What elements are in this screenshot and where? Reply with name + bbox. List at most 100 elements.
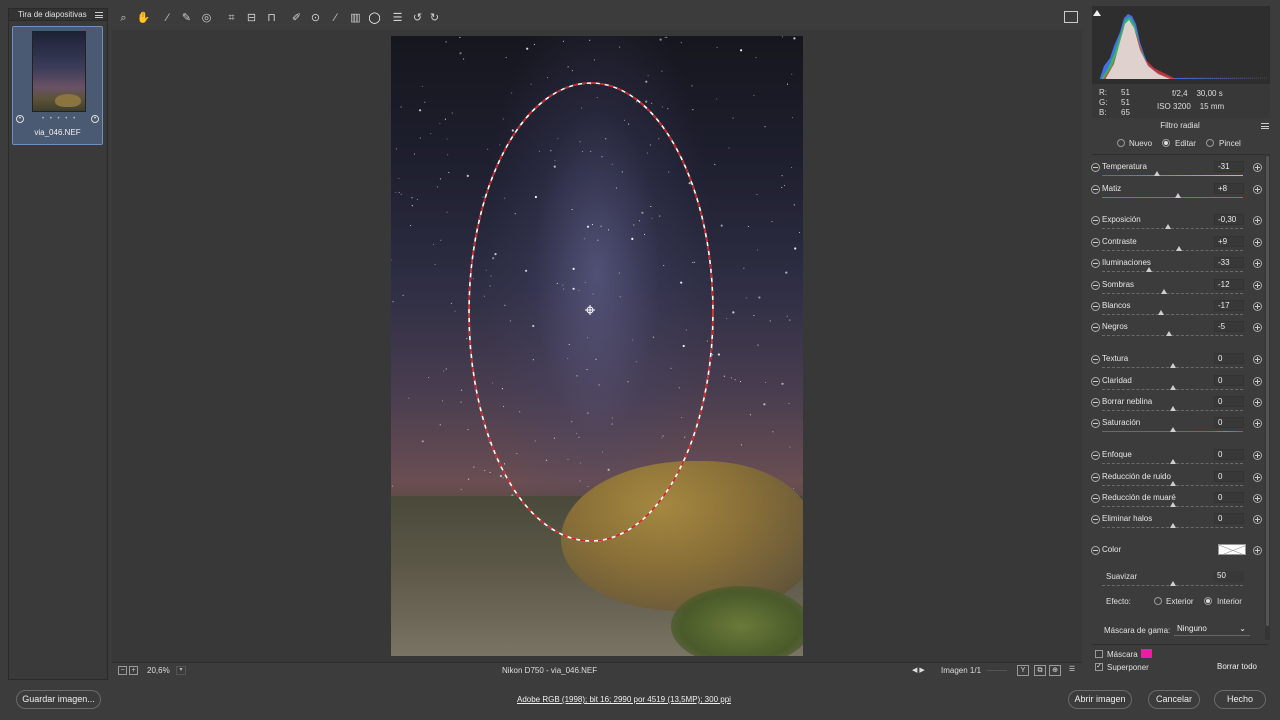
open-image-button[interactable]: Abrir imagen: [1068, 690, 1132, 709]
decrease-icon[interactable]: [1091, 355, 1100, 364]
hand-icon[interactable]: ✋: [136, 11, 151, 26]
effect-exterior-radio[interactable]: [1154, 597, 1162, 605]
slider-value[interactable]: -33: [1214, 257, 1244, 268]
rotate-right-icon[interactable]: ↻: [427, 11, 442, 26]
color-plus-icon[interactable]: [1253, 546, 1262, 555]
save-image-button[interactable]: Guardar imagen...: [16, 690, 101, 709]
increase-icon[interactable]: [1253, 238, 1262, 247]
decrease-icon[interactable]: [1091, 302, 1100, 311]
slider-knob[interactable]: [1175, 193, 1182, 198]
slider-value[interactable]: -5: [1214, 321, 1244, 332]
slider-knob[interactable]: [1165, 331, 1172, 336]
decrease-icon[interactable]: [1091, 419, 1100, 428]
transform-icon[interactable]: ⊓: [264, 11, 279, 26]
slider-knob[interactable]: [1169, 385, 1176, 390]
slider-row[interactable]: Reducción de ruido 0: [1087, 471, 1265, 493]
color-sampler-icon[interactable]: ✎: [179, 11, 194, 26]
menu-icon[interactable]: [95, 11, 103, 18]
decrease-icon[interactable]: [1091, 494, 1100, 503]
filter-pin-icon[interactable]: [585, 305, 595, 315]
slider-value[interactable]: 0: [1214, 375, 1244, 386]
slider-value[interactable]: -17: [1214, 300, 1244, 311]
increase-icon[interactable]: [1253, 473, 1262, 482]
clear-all-button[interactable]: Borrar todo: [1210, 660, 1264, 674]
slider-knob[interactable]: [1175, 246, 1182, 251]
slider-row[interactable]: Saturación 0: [1087, 417, 1265, 439]
slider-value[interactable]: 0: [1214, 449, 1244, 460]
filmstrip-thumbnail[interactable]: • • • • • • • via_046.NEF: [12, 26, 103, 145]
slider-knob[interactable]: [1165, 224, 1172, 229]
crop-icon[interactable]: ⌗: [224, 11, 239, 26]
slider-track[interactable]: [1102, 250, 1243, 251]
decrease-icon[interactable]: [1091, 216, 1100, 225]
color-minus-icon[interactable]: [1091, 546, 1100, 555]
slider-knob[interactable]: [1169, 459, 1176, 464]
slider-track[interactable]: [1102, 175, 1243, 176]
increase-icon[interactable]: [1253, 259, 1262, 268]
red-eye-icon[interactable]: ⊙: [308, 11, 323, 26]
workflow-options-link[interactable]: Adobe RGB (1998); bit 16; 2990 por 4519 …: [517, 695, 731, 704]
radial-filter-overlay[interactable]: [391, 36, 803, 656]
increase-icon[interactable]: [1253, 185, 1262, 194]
effect-interior-radio[interactable]: [1204, 597, 1212, 605]
slider-row[interactable]: Sombras -12: [1087, 279, 1265, 301]
slider-value[interactable]: +8: [1214, 183, 1244, 194]
adjustment-brush-icon[interactable]: ⁄: [328, 11, 343, 26]
panel-scroll-thumb[interactable]: [1266, 156, 1269, 626]
slider-row[interactable]: Contraste +9: [1087, 236, 1265, 258]
increase-icon[interactable]: [1253, 281, 1262, 290]
before-after-button[interactable]: Y: [1017, 665, 1029, 676]
slider-row[interactable]: Reducción de muaré 0: [1087, 492, 1265, 514]
rating-dots[interactable]: • • • • •: [42, 116, 77, 122]
image-canvas[interactable]: [112, 30, 1082, 662]
decrease-icon[interactable]: [1091, 281, 1100, 290]
smooth-slider[interactable]: Suavizar 50: [1087, 571, 1265, 593]
increase-icon[interactable]: [1253, 398, 1262, 407]
decrease-icon[interactable]: [1091, 163, 1100, 172]
graduated-filter-icon[interactable]: ▥: [348, 11, 363, 26]
slider-knob[interactable]: [1146, 267, 1153, 272]
slider-row[interactable]: Iluminaciones -33: [1087, 257, 1265, 279]
increase-icon[interactable]: [1253, 323, 1262, 332]
increase-icon[interactable]: [1253, 451, 1262, 460]
smooth-knob[interactable]: [1169, 581, 1176, 586]
slider-track[interactable]: [1102, 228, 1243, 229]
menu-icon[interactable]: [1261, 123, 1269, 129]
spot-removal-icon[interactable]: ✐: [289, 11, 304, 26]
chevron-down-icon[interactable]: ▾: [176, 666, 186, 675]
decrease-icon[interactable]: [1091, 377, 1100, 386]
zoom-icon[interactable]: ⌕: [116, 11, 131, 26]
slider-row[interactable]: Temperatura -31: [1087, 161, 1265, 183]
mode-edit-radio[interactable]: [1162, 139, 1170, 147]
presets-icon[interactable]: ☰: [390, 11, 405, 26]
decrease-icon[interactable]: [1091, 185, 1100, 194]
slider-knob[interactable]: [1169, 406, 1176, 411]
fullscreen-icon[interactable]: [1064, 11, 1078, 23]
slider-knob[interactable]: [1161, 289, 1168, 294]
decrease-icon[interactable]: [1091, 238, 1100, 247]
increase-icon[interactable]: [1253, 355, 1262, 364]
slider-row[interactable]: Textura 0: [1087, 353, 1265, 375]
straighten-icon[interactable]: ⊟: [244, 11, 259, 26]
cancel-button[interactable]: Cancelar: [1148, 690, 1200, 709]
mode-new-radio[interactable]: [1117, 139, 1125, 147]
mask-checkbox[interactable]: [1095, 650, 1103, 658]
increase-icon[interactable]: [1253, 302, 1262, 311]
slider-row[interactable]: Blancos -17: [1087, 300, 1265, 322]
slider-knob[interactable]: [1169, 427, 1176, 432]
increase-icon[interactable]: [1253, 377, 1262, 386]
zoom-in-icon[interactable]: +: [129, 666, 138, 675]
white-balance-icon[interactable]: ⁄: [160, 11, 175, 26]
rotate-left-icon[interactable]: ↺: [410, 11, 425, 26]
overlay-checkbox[interactable]: ✓: [1095, 663, 1103, 671]
slider-track[interactable]: [1102, 314, 1243, 315]
slider-row[interactable]: Borrar neblina 0: [1087, 396, 1265, 418]
mask-color-swatch[interactable]: [1141, 649, 1152, 658]
radial-filter-icon[interactable]: ◯: [367, 11, 382, 26]
toggle-settings-icon[interactable]: ☰: [1066, 665, 1078, 676]
slider-knob[interactable]: [1169, 481, 1176, 486]
slider-value[interactable]: 0: [1214, 471, 1244, 482]
slider-knob[interactable]: [1169, 523, 1176, 528]
slider-track[interactable]: [1102, 293, 1243, 294]
color-swatch[interactable]: [1218, 544, 1246, 555]
